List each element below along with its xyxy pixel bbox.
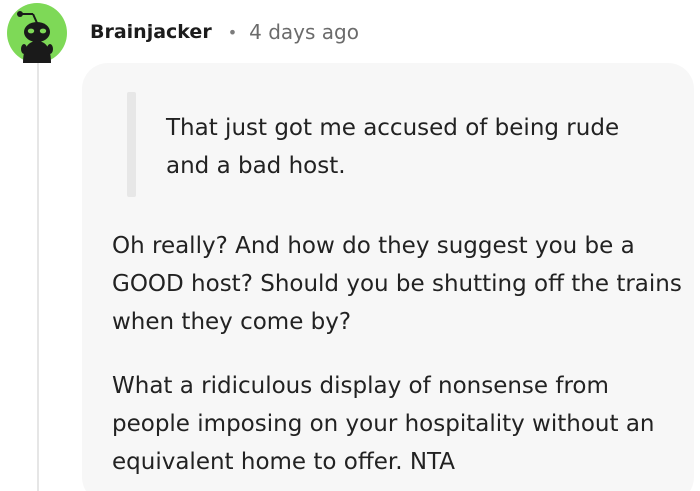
comment-paragraph: What a ridiculous display of nonsense fr… [112,373,655,475]
username-link[interactable]: Brainjacker [90,21,212,43]
timestamp[interactable]: 4 days ago [249,20,359,44]
comment-page: Brainjacker • 4 days ago That just got m… [0,0,700,491]
separator-dot: • [227,22,238,42]
reddit-snoo-avatar-icon [7,3,67,63]
blockquote-text: That just got me accused of being rude a… [166,115,620,179]
comment-header: Brainjacker • 4 days ago [90,17,359,47]
thread-line[interactable] [37,60,39,491]
comment-paragraph: Oh really? And how do they suggest you b… [112,233,682,335]
avatar[interactable] [7,3,67,63]
blockquote-bar [127,92,136,197]
